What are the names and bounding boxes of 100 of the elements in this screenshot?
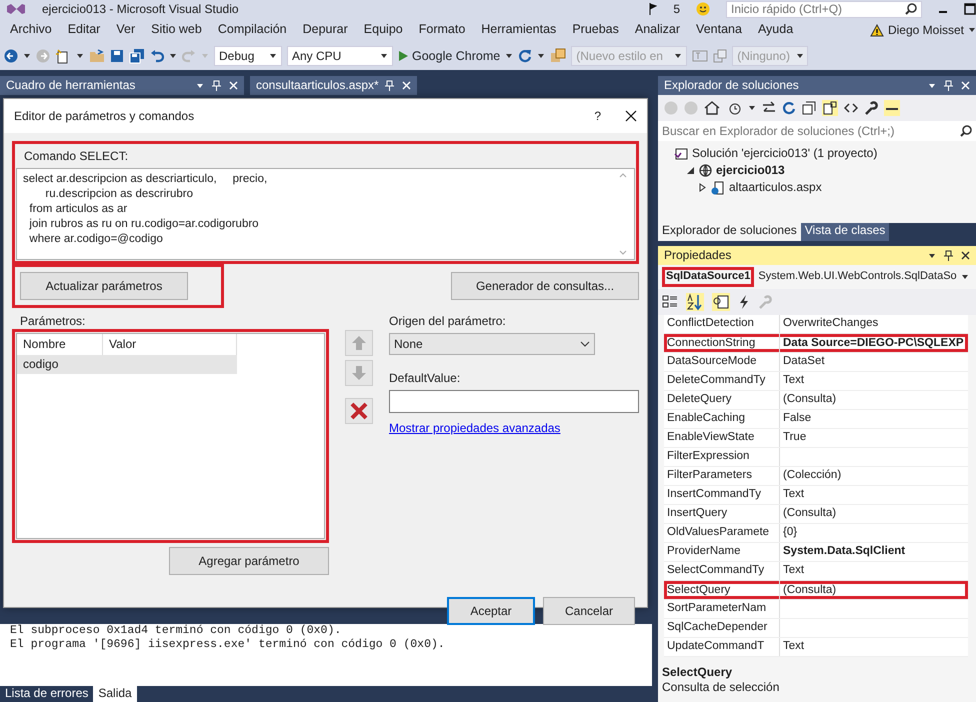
tree-item[interactable]: Solución 'ejercicio013' (1 proyecto) <box>692 146 878 161</box>
source-dropdown[interactable]: None <box>389 333 595 355</box>
caret-icon[interactable] <box>928 252 936 260</box>
menu-item[interactable]: Equipo <box>356 20 411 40</box>
caret-icon[interactable] <box>76 52 84 60</box>
lightning-icon[interactable] <box>738 294 750 310</box>
property-row[interactable]: EnableCaching False <box>664 410 968 429</box>
refresh-icon[interactable] <box>782 101 796 115</box>
refresh-parameters-button[interactable]: Actualizar parámetros <box>20 272 188 300</box>
collapse-icon[interactable] <box>802 101 816 115</box>
property-row[interactable]: FilterExpression <box>664 448 968 467</box>
refresh-icon[interactable] <box>518 49 532 63</box>
menu-item[interactable]: Herramientas <box>473 20 564 40</box>
caret-icon[interactable] <box>505 52 514 60</box>
caret-icon[interactable] <box>748 104 756 112</box>
highlighted-property-row[interactable]: SelectQuery (Consulta) <box>664 581 968 600</box>
menu-item[interactable]: Ver <box>108 20 144 40</box>
default-value-field[interactable] <box>389 390 639 413</box>
tree-item[interactable]: altaarticulos.aspx <box>729 180 822 195</box>
expand-arrow-icon[interactable] <box>698 183 707 192</box>
wrench-icon[interactable] <box>864 101 878 115</box>
property-row[interactable]: InsertQuery (Consulta) <box>664 505 968 524</box>
help-button[interactable]: ? <box>594 108 601 124</box>
property-row[interactable]: DeleteCommandTy Text <box>664 372 968 391</box>
property-row[interactable]: InsertCommandTy Text <box>664 486 968 505</box>
back-icon[interactable] <box>4 49 18 63</box>
menu-item[interactable]: Ayuda <box>750 20 802 40</box>
highlighted-property-row[interactable]: ConnectionString Data Source=DIEGO-PC\SQLEXP <box>664 334 968 353</box>
menu-item[interactable]: Editar <box>60 20 108 40</box>
run-button[interactable]: Google Chrome <box>398 46 500 66</box>
caret-icon[interactable] <box>169 52 177 60</box>
maximize-icon[interactable] <box>964 3 976 15</box>
caret-icon[interactable] <box>928 82 936 90</box>
panel-tab[interactable]: Vista de clases <box>800 223 890 241</box>
property-row[interactable]: FilterParameters (Colección) <box>664 467 968 486</box>
code-icon[interactable] <box>844 102 858 114</box>
caret-icon[interactable] <box>960 273 969 281</box>
add-parameter-button[interactable]: Agregar parámetro <box>169 547 329 575</box>
platform-dropdown[interactable]: Any CPU <box>287 46 393 66</box>
property-name: EnableViewState <box>664 429 780 447</box>
property-row[interactable]: SortParameterNam <box>664 600 968 619</box>
property-row[interactable]: ConflictDetection OverwriteChanges <box>664 315 968 334</box>
object-type: System.Web.UI.WebControls.SqlDataSo <box>758 270 957 284</box>
property-row[interactable]: ProviderName System.Data.SqlClient <box>664 543 968 562</box>
tool-window-tab[interactable]: Cuadro de herramientas <box>0 76 244 95</box>
user-name[interactable]: Diego Moisset <box>888 22 964 38</box>
search-icon[interactable] <box>960 125 972 137</box>
search-icon[interactable] <box>905 3 917 15</box>
preview-icon[interactable] <box>884 100 900 116</box>
menu-item[interactable]: Compilación <box>210 20 295 40</box>
advanced-properties-link[interactable]: Mostrar propiedades avanzadas <box>389 421 560 436</box>
home-icon[interactable] <box>704 101 720 115</box>
caret-icon[interactable] <box>196 82 204 90</box>
show-files-icon[interactable] <box>822 100 838 116</box>
property-row[interactable]: SqlCacheDepender <box>664 619 968 638</box>
browser-link-icon[interactable] <box>550 48 566 64</box>
menu-item[interactable]: Depurar <box>294 20 356 40</box>
ok-button[interactable]: Aceptar <box>447 597 535 625</box>
menu-item[interactable]: Formato <box>410 20 474 40</box>
tree-item[interactable]: ejercicio013 <box>716 163 785 178</box>
panel-tab[interactable]: Salida <box>93 686 137 702</box>
cancel-button[interactable]: Cancelar <box>543 597 635 625</box>
save-all-icon[interactable] <box>129 48 145 64</box>
sql-text-area[interactable]: select ar.descripcion as descriarticulo, precio, ru.descripcion as descrirubro from articulos as ar join rubros as ru on ru.codigo=ar.codigorubro where ar.codigo=@codigo <box>16 168 635 260</box>
property-row[interactable]: DataSourceMode DataSet <box>664 353 968 372</box>
query-builder-button[interactable]: Generador de consultas... <box>451 272 639 300</box>
configuration-dropdown[interactable]: Debug <box>214 46 282 66</box>
save-icon[interactable] <box>110 49 124 63</box>
property-row[interactable]: OldValuesParamete {0} <box>664 524 968 543</box>
undo-icon[interactable] <box>150 49 164 63</box>
caret-icon[interactable] <box>968 26 976 34</box>
solution-search-field[interactable]: Buscar en Explorador de soluciones (Ctrl+;) <box>658 121 976 141</box>
parameter-row[interactable]: codigo <box>17 355 237 374</box>
logo-icon <box>6 1 26 17</box>
panel-tab[interactable]: Explorador de soluciones <box>658 223 801 241</box>
menu-item[interactable]: Archivo <box>2 20 60 40</box>
caret-icon[interactable] <box>23 52 31 60</box>
caret-icon[interactable] <box>537 52 546 60</box>
collapse-arrow-icon[interactable] <box>686 166 695 175</box>
pin-icon[interactable] <box>944 250 953 261</box>
menu-item[interactable]: Ventana <box>688 20 750 40</box>
caret-icon <box>380 52 388 60</box>
close-icon[interactable] <box>961 251 970 260</box>
notification-count: 5 <box>673 2 680 16</box>
remove-button[interactable] <box>345 398 373 424</box>
close-icon[interactable] <box>625 110 637 122</box>
property-row[interactable]: EnableViewState True <box>664 429 968 448</box>
smiley-icon[interactable] <box>696 2 710 16</box>
property-row[interactable]: DeleteQuery (Consulta) <box>664 391 968 410</box>
menu-item[interactable]: Pruebas <box>564 20 627 40</box>
quick-launch-field[interactable]: Inicio rápido (Ctrl+Q) <box>726 0 922 18</box>
menu-item[interactable]: Sitio web <box>143 20 210 40</box>
flag-icon[interactable] <box>649 3 658 15</box>
properties-icon[interactable] <box>712 293 730 311</box>
sort-az-icon[interactable] <box>686 293 704 311</box>
folder-icon[interactable] <box>89 49 105 63</box>
categorized-icon[interactable] <box>662 294 678 310</box>
description-title: SelectQuery <box>662 665 734 680</box>
property-row[interactable]: SelectCommandTy Text <box>664 562 968 581</box>
menu-item[interactable]: Analizar <box>626 20 688 40</box>
